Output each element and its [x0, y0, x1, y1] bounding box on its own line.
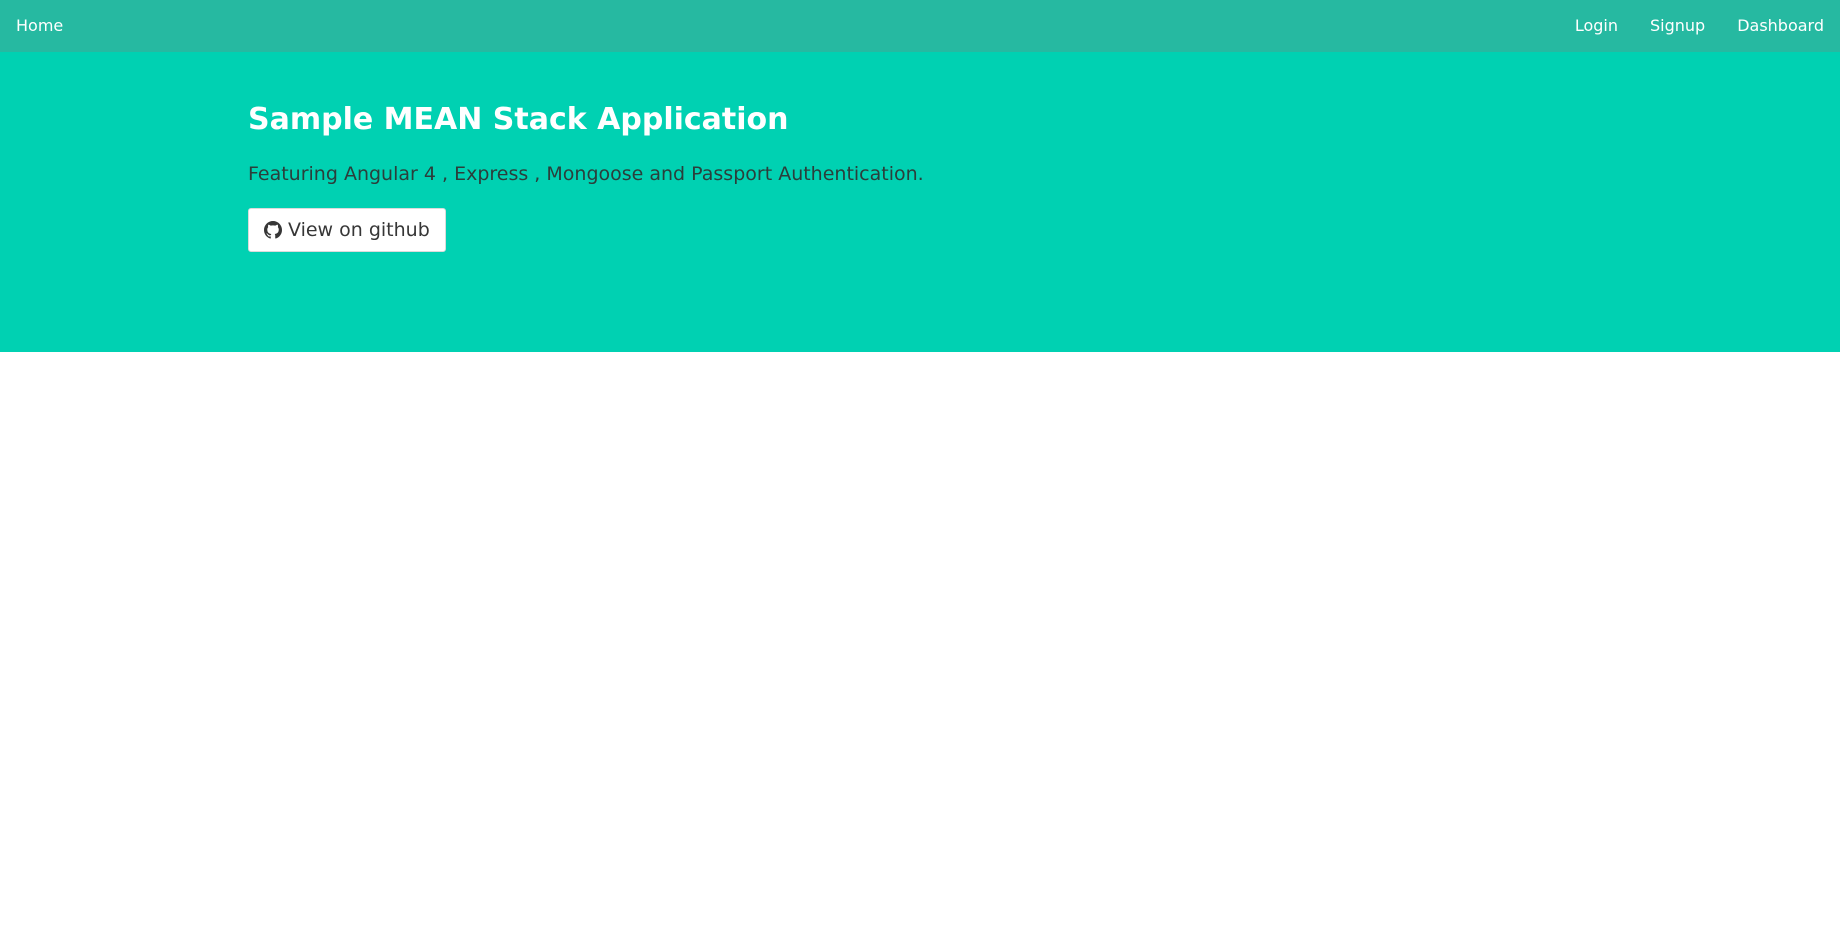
nav-right-links: Login Signup Dashboard [1543, 0, 1824, 52]
hero-title: Sample MEAN Stack Application [248, 102, 789, 137]
hero-subtitle: Featuring Angular 4 , Express , Mongoose… [248, 163, 924, 185]
top-navbar: Home Login Signup Dashboard [0, 0, 1840, 52]
hero-section: Sample MEAN Stack Application Featuring … [0, 52, 1840, 352]
hero-content: Sample MEAN Stack Application Featuring … [248, 99, 924, 252]
nav-home-link[interactable]: Home [16, 0, 63, 52]
nav-dashboard-link[interactable]: Dashboard [1737, 0, 1824, 52]
main-content-area [0, 352, 1840, 950]
view-on-github-button[interactable]: View on github [248, 208, 446, 252]
github-icon [264, 221, 282, 239]
nav-login-link[interactable]: Login [1575, 0, 1618, 52]
nav-signup-link[interactable]: Signup [1650, 0, 1705, 52]
github-button-label: View on github [288, 219, 430, 241]
